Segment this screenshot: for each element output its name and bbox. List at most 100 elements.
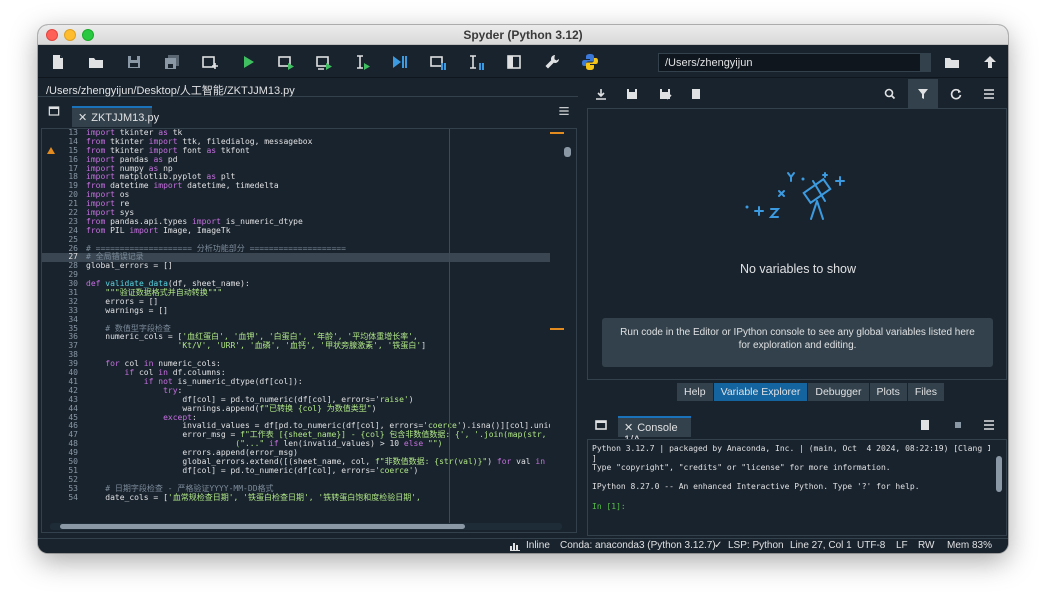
new-cell-icon[interactable] <box>198 50 222 74</box>
code-token: in <box>158 368 173 378</box>
code-token: font <box>182 145 207 155</box>
status-lsp[interactable]: LSP: Python <box>728 540 784 551</box>
browse-directory-icon[interactable] <box>940 50 964 74</box>
filter-icon[interactable] <box>908 79 938 108</box>
code-line[interactable]: 37 'Kt/V', 'URR', '血磷', '血钙', '甲状旁腺激素', … <box>42 341 550 351</box>
code-token: : <box>191 412 197 422</box>
save-all-icon[interactable] <box>160 50 184 74</box>
line-number: 50 <box>68 456 78 466</box>
preferences-wrench-icon[interactable] <box>540 50 564 74</box>
code-token: PIL <box>110 225 130 235</box>
remove-all-variables-icon[interactable] <box>686 84 706 104</box>
code-token: import <box>86 199 120 209</box>
code-token: tkinter <box>110 136 149 146</box>
code-token: as <box>148 163 164 173</box>
line-number: 19 <box>68 181 78 191</box>
save-data-icon[interactable] <box>622 84 642 104</box>
code-line[interactable]: 33 warnings = [] <box>42 305 550 316</box>
console-scrollbar-thumb[interactable] <box>996 456 1002 492</box>
debug-selection-icon[interactable] <box>464 50 488 74</box>
line-number: 28 <box>68 261 78 271</box>
ipython-console[interactable]: Python 3.12.7 | packaged by Anaconda, In… <box>587 439 1007 536</box>
browse-tabs-icon[interactable] <box>44 101 64 121</box>
search-icon[interactable] <box>880 84 900 104</box>
run-file-icon[interactable] <box>236 50 260 74</box>
refresh-icon[interactable] <box>946 84 966 104</box>
import-data-icon[interactable] <box>591 84 611 104</box>
new-file-icon[interactable] <box>46 50 70 74</box>
code-line[interactable]: 28 global_errors = [] <box>42 261 550 271</box>
console-output[interactable]: Python 3.12.7 | packaged by Anaconda, In… <box>592 444 990 511</box>
code-line[interactable]: 54 date_cols = ['血常规检查日期', '铁蛋白检查日期', '铁… <box>42 493 550 503</box>
code-token: import <box>148 145 183 155</box>
code-token: len(invalid_values) > 10 <box>283 439 404 449</box>
line-number: 38 <box>68 350 78 360</box>
status-conda[interactable]: Conda: anaconda3 (Python 3.12.7) <box>560 540 716 551</box>
code-token: os <box>119 190 130 200</box>
inline-plots-icon <box>510 543 520 551</box>
code-token: """验证数据格式并自动转换""" <box>86 288 223 298</box>
code-token: from <box>86 136 111 146</box>
line-number: 42 <box>68 385 78 395</box>
editor-tab-file[interactable]: ✕ ZKTJJM13.py <box>72 106 159 127</box>
console-vertical-scrollbar[interactable] <box>994 442 1004 533</box>
run-cell-icon[interactable] <box>274 50 298 74</box>
console-options-icon[interactable] <box>979 415 999 435</box>
run-cell-advance-icon[interactable] <box>312 50 336 74</box>
interrupt-kernel-icon[interactable] <box>948 415 968 435</box>
open-folder-icon[interactable] <box>84 50 108 74</box>
save-icon[interactable] <box>122 50 146 74</box>
remove-all-console-icon[interactable] <box>915 415 935 435</box>
console-tab[interactable]: ✕Console 1/A <box>618 416 691 446</box>
working-directory-combo[interactable]: /Users/zhengyijun <box>658 53 931 72</box>
line-number: 44 <box>68 403 78 413</box>
tab-help[interactable]: Help <box>677 383 714 401</box>
line-number: 24 <box>68 225 78 235</box>
save-data-as-icon[interactable] <box>655 84 675 104</box>
debug-file-icon[interactable] <box>388 50 412 74</box>
code-line[interactable]: 24 from PIL import Image, ImageTk <box>42 225 550 236</box>
line-number: 17 <box>68 163 78 173</box>
tab-debugger[interactable]: Debugger <box>808 383 870 401</box>
line-number: 27 <box>68 252 78 262</box>
line-number: 48 <box>68 439 78 449</box>
parent-directory-icon[interactable] <box>978 50 1002 74</box>
editor-options-menu-icon[interactable] <box>554 101 574 121</box>
right-pane: No variables to show Run code in the Edi… <box>583 79 1008 538</box>
close-console-icon[interactable]: ✕ <box>624 422 633 434</box>
code-token: warnings.append( <box>86 403 260 413</box>
code-token: import <box>153 181 188 191</box>
editor-vertical-scrollbar-thumb[interactable] <box>564 147 571 157</box>
debug-cell-icon[interactable] <box>426 50 450 74</box>
code-token: f"工作表 [{sheet_name}] - {col} 包含非数值数据: {'… <box>240 430 550 440</box>
code-token: is_numeric_dtype(df[col]): <box>177 376 303 386</box>
status-inline[interactable]: Inline <box>526 540 550 551</box>
tab-files[interactable]: Files <box>907 383 946 401</box>
tab-plots[interactable]: Plots <box>869 383 908 401</box>
variable-explorer-hint: Run code in the Editor or IPython consol… <box>602 318 993 367</box>
console-line: IPython 8.27.0 -- An enhanced Interactiv… <box>592 482 920 492</box>
code-editor[interactable]: 13 import tkinter as tk 14 from tkinter imp… <box>41 128 577 533</box>
code-token: as <box>158 129 173 137</box>
maximize-pane-icon[interactable] <box>502 50 526 74</box>
variable-explorer-options-icon[interactable] <box>979 84 999 104</box>
code-line[interactable]: 51 df[col] = pd.to_numeric(df[col], erro… <box>42 466 550 476</box>
code-token: except <box>86 412 192 422</box>
code-lines[interactable]: 13 import tkinter as tk 14 from tkinter imp… <box>42 129 550 523</box>
line-number: 34 <box>68 314 78 324</box>
code-token: ttk, filedialog, messagebox <box>182 136 313 146</box>
editor-tab-label: ZKTJJM13.py <box>91 112 160 124</box>
run-selection-icon[interactable] <box>350 50 374 74</box>
editor-horizontal-scrollbar[interactable] <box>50 523 562 530</box>
editor-vertical-scrollbar[interactable] <box>562 131 574 521</box>
tab-variable-explorer[interactable]: Variable Explorer <box>713 383 809 401</box>
warning-icon[interactable] <box>47 147 55 154</box>
combo-dropdown-arrow[interactable] <box>920 54 930 71</box>
browse-consoles-icon[interactable] <box>591 415 611 435</box>
editor-horizontal-scrollbar-thumb[interactable] <box>60 524 465 529</box>
line-number: 52 <box>68 474 78 484</box>
python-path-manager-icon[interactable] <box>578 50 602 74</box>
code-token: warnings = [] <box>86 305 168 315</box>
close-tab-icon[interactable]: ✕ <box>78 112 87 124</box>
